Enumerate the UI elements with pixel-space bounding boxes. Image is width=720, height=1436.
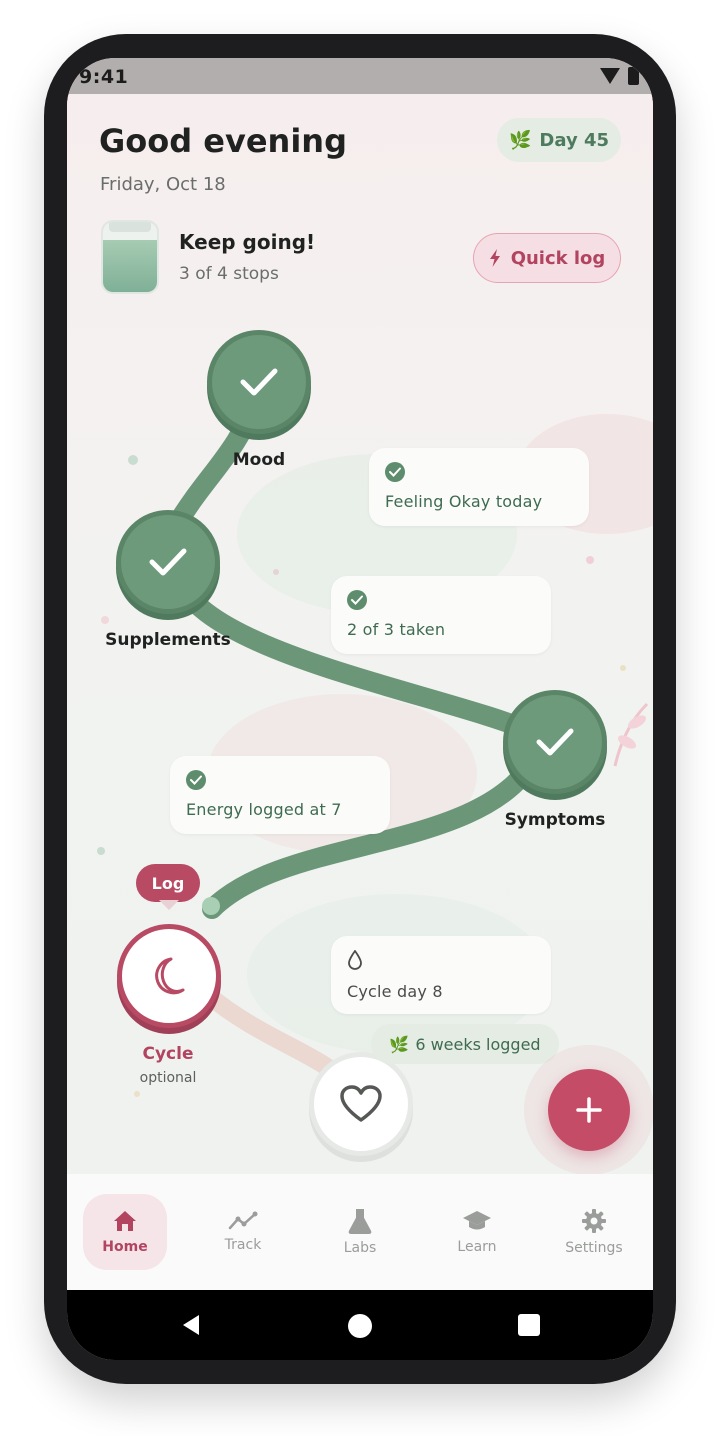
home-icon: [114, 1211, 136, 1231]
plus-icon: [576, 1097, 602, 1123]
graduation-cap-icon: [463, 1211, 491, 1230]
card-symptoms-summary[interactable]: Energy logged at 7: [170, 756, 390, 834]
nav-labs[interactable]: Labs: [318, 1194, 402, 1270]
home-content: Good evening Friday, Oct 18 🌿 Day 45 Kee…: [67, 94, 653, 1174]
add-entry-button[interactable]: [548, 1069, 630, 1151]
status-time: 9:41: [79, 66, 129, 88]
moon-icon: [155, 957, 185, 995]
log-badge[interactable]: Log: [136, 864, 200, 902]
nav-track[interactable]: Track: [201, 1194, 285, 1270]
bottom-navigation: Home Track Labs Learn Settings: [67, 1174, 653, 1290]
battery-icon: [628, 67, 639, 85]
leaf-icon: 🌿: [389, 1034, 410, 1054]
sprig-decoration-icon: [613, 702, 649, 767]
node-label-cycle: Cycle: [142, 1044, 194, 1064]
check-circle-icon: [347, 590, 367, 610]
nav-label: Labs: [343, 1240, 377, 1256]
path-node-supplements[interactable]: [116, 510, 220, 614]
card-text: 2 of 3 taken: [347, 620, 446, 639]
flask-icon: [348, 1209, 372, 1234]
card-text: Energy logged at 7: [186, 800, 342, 819]
nav-label: Settings: [565, 1240, 623, 1256]
check-icon: [149, 548, 187, 576]
status-bar: 9:41: [67, 58, 653, 94]
node-sublabel-cycle: optional: [139, 1070, 197, 1086]
nav-label: Home: [102, 1239, 148, 1255]
path-node-heart[interactable]: [309, 1052, 413, 1156]
gear-icon: [582, 1209, 606, 1233]
card-text: Feeling Okay today: [385, 492, 543, 511]
nav-learn[interactable]: Learn: [435, 1194, 519, 1270]
home-system-icon[interactable]: [347, 1313, 373, 1339]
check-circle-icon: [385, 462, 405, 482]
nav-home[interactable]: Home: [83, 1194, 167, 1270]
badge-pointer: [159, 900, 179, 910]
nav-label: Track: [224, 1237, 262, 1253]
card-mood-summary[interactable]: Feeling Okay today: [369, 448, 589, 526]
card-text: Cycle day 8: [347, 982, 443, 1001]
droplet-icon: [348, 949, 362, 970]
check-icon: [536, 728, 574, 756]
back-icon[interactable]: [179, 1313, 203, 1337]
nav-label: Learn: [457, 1239, 497, 1255]
path-node-mood[interactable]: [207, 330, 311, 434]
nav-settings[interactable]: Settings: [552, 1194, 636, 1270]
heart-icon: [340, 1085, 382, 1122]
node-label-supplements: Supplements: [105, 630, 231, 650]
wifi-icon: [600, 68, 620, 84]
card-supplements-summary[interactable]: 2 of 3 taken: [331, 576, 551, 654]
status-icons: [600, 67, 639, 85]
weeks-logged-badge: 🌿 6 weeks logged: [371, 1024, 559, 1064]
check-icon: [240, 368, 278, 396]
app-screen: 9:41 Good evening Friday, Oct 18 🌿 Day 4…: [67, 58, 653, 1360]
recents-icon[interactable]: [517, 1313, 541, 1337]
path-position-dot: [202, 897, 220, 915]
weeks-logged-label: 6 weeks logged: [415, 1034, 541, 1054]
card-cycle-summary[interactable]: Cycle day 8: [331, 936, 551, 1014]
check-circle-icon: [186, 770, 206, 790]
trend-icon: [228, 1211, 258, 1230]
node-label-symptoms: Symptoms: [504, 810, 606, 830]
path-node-cycle[interactable]: [117, 924, 221, 1028]
system-navigation-bar: [67, 1290, 653, 1360]
node-label-mood: Mood: [232, 450, 286, 470]
path-node-symptoms[interactable]: [503, 690, 607, 794]
